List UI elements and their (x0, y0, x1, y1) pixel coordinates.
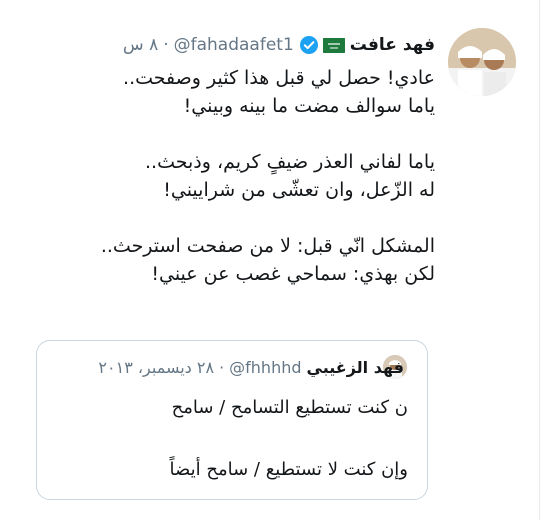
display-name[interactable]: فهد عافت (350, 35, 435, 55)
verified-badge-icon (299, 35, 319, 55)
avatar[interactable] (448, 28, 516, 96)
quoted-separator: · (219, 357, 225, 377)
quoted-body: ن كنت تستطيع التسامح / سامح وإن كنت لا ت… (169, 397, 408, 480)
tweet-body: عادي! حصل لي قبل هذا كثير وصفحت.. ياما س… (100, 67, 435, 285)
handle[interactable]: @fahadaafet1 (174, 35, 294, 55)
quoted-header: فهد الزغيبي @fhhhhd · ٢٨ ديسمبر، ٢٠١٣ (98, 356, 404, 378)
timestamp[interactable]: ٨ س (123, 35, 158, 55)
quoted-handle[interactable]: @fhhhhd (229, 358, 301, 377)
avatar-image (448, 28, 516, 96)
tweet-header: فهد عافت @fahadaafet1 · ٨ س (123, 32, 435, 58)
quoted-date[interactable]: ٢٨ ديسمبر، ٢٠١٣ (98, 358, 214, 377)
tweet[interactable]: فهد عافت @fahadaafet1 · ٨ س عادي! حصل لي… (0, 0, 540, 520)
quoted-display-name[interactable]: فهد الزغيبي (307, 358, 404, 377)
saudi-flag-icon (322, 37, 345, 53)
separator: · (163, 35, 169, 55)
